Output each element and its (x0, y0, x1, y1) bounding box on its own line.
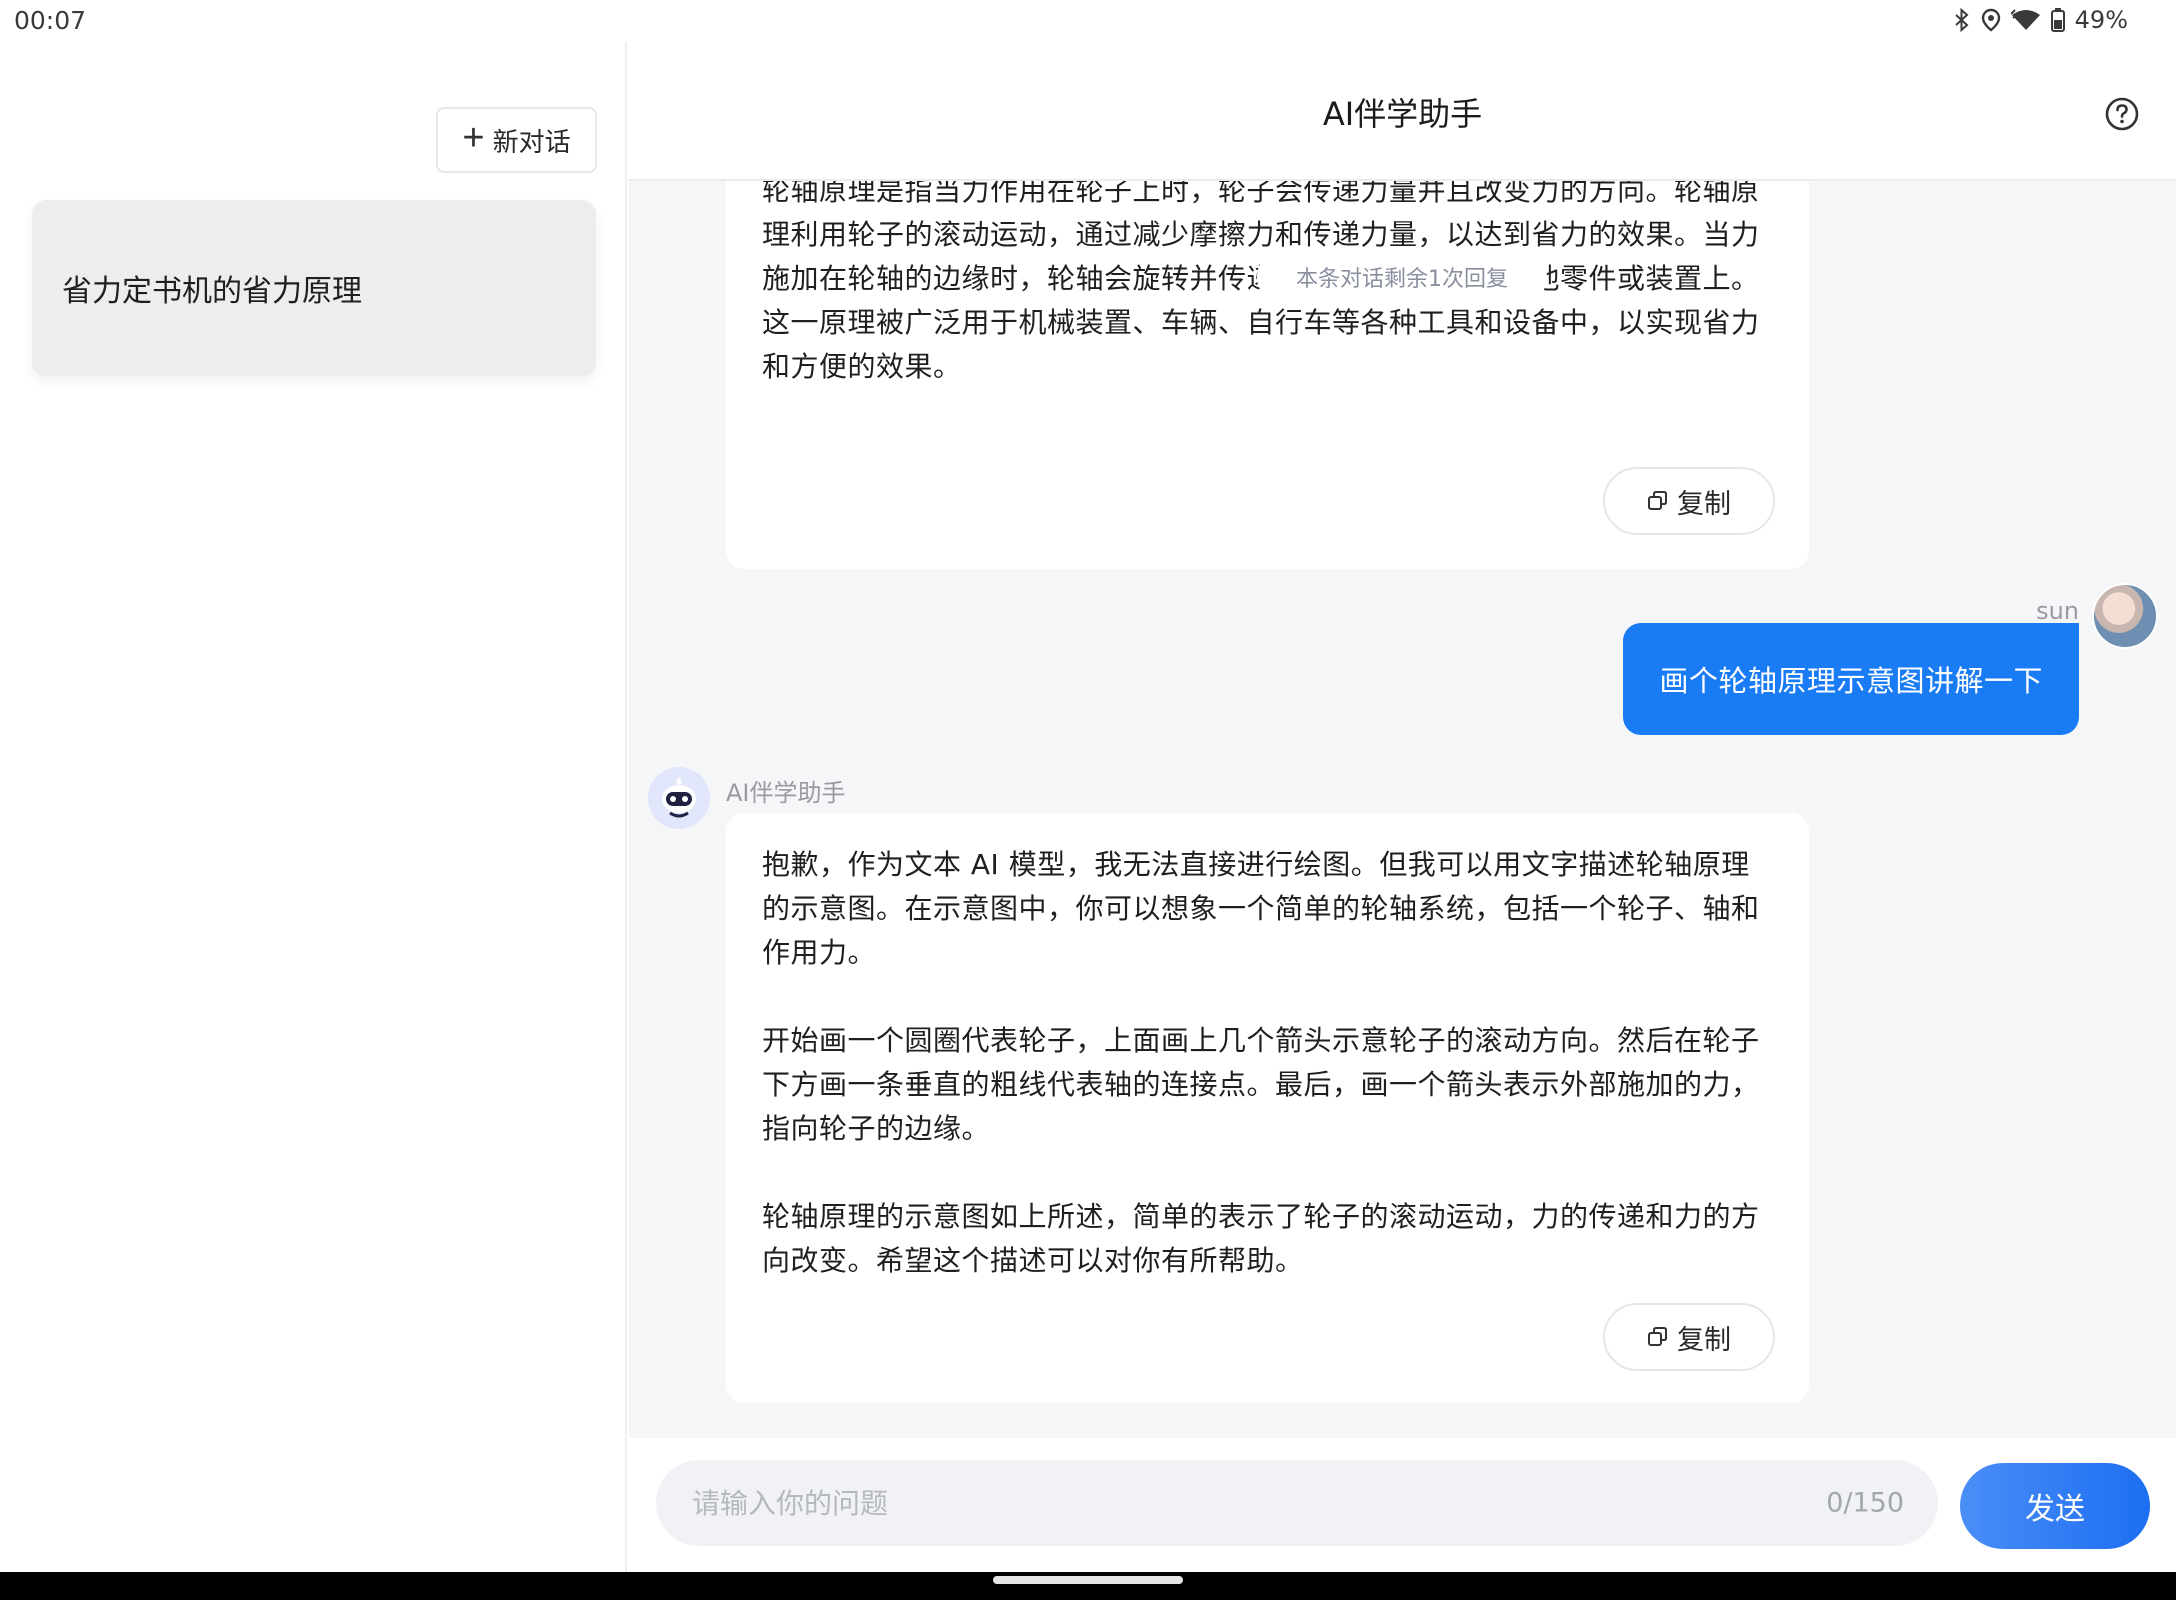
copy-icon (1648, 1327, 1667, 1346)
battery-icon (2050, 8, 2065, 32)
copy-label: 复制 (1677, 1324, 1731, 1355)
copy-button[interactable]: 复制 (1603, 1303, 1775, 1371)
copy-icon (1648, 491, 1667, 510)
status-time: 00:07 (14, 6, 87, 35)
location-icon (1981, 8, 2000, 32)
page-title: AI伴学助手 (1322, 95, 1483, 133)
assistant-name: AI伴学助手 (726, 779, 846, 807)
message-paragraph: 轮轴原理的示意图如上所述，简单的表示了轮子的滚动运动，力的传递和力的方向改变。希… (762, 1200, 1760, 1277)
wifi-icon (2010, 9, 2040, 30)
chat-message-list[interactable]: 轮轴原理是指当力作用在轮子上时，轮子会传递力量并且改变力的方向。轮轴原理利用轮子… (629, 181, 2176, 1438)
plus-icon: + (462, 117, 485, 159)
assistant-message: 抱歉，作为文本 AI 模型，我无法直接进行绘图。但我可以用文字描述轮轴原理的示意… (726, 813, 1809, 1403)
message-paragraph: 抱歉，作为文本 AI 模型，我无法直接进行绘图。但我可以用文字描述轮轴原理的示意… (762, 848, 1760, 969)
navigation-bar (0, 1572, 2176, 1600)
conversation-title: 省力定书机的省力原理 (62, 274, 362, 309)
question-input[interactable] (692, 1460, 1772, 1546)
status-bar: 00:07 49% (0, 0, 2176, 42)
user-avatar (2092, 583, 2158, 649)
message-paragraph: 开始画一个圆圈代表轮子，上面画上几个箭头示意轮子的滚动方向。然后在轮子下方画一条… (762, 1024, 1760, 1145)
input-bar: 0/150 发送 (629, 1438, 2176, 1572)
conversation-item[interactable]: 省力定书机的省力原理 (32, 200, 596, 376)
assistant-avatar (648, 767, 710, 829)
home-indicator[interactable] (993, 1576, 1183, 1584)
remaining-replies-toast: 本条对话剩余1次回复 (1257, 249, 1547, 305)
sidebar: + 新对话 省力定书机的省力原理 (0, 42, 627, 1572)
bluetooth-icon (1954, 8, 1969, 32)
copy-button[interactable]: 复制 (1603, 467, 1775, 535)
user-message: 画个轮轴原理示意图讲解一下 (1623, 623, 2079, 735)
char-count: 0/150 (1826, 1487, 1904, 1519)
status-icons: 49% (1953, 6, 2128, 34)
chat-header: AI伴学助手 (629, 42, 2176, 181)
help-icon[interactable] (2104, 96, 2140, 132)
new-chat-button[interactable]: + 新对话 (436, 107, 597, 173)
battery-level: 49% (2074, 6, 2128, 34)
copy-label: 复制 (1677, 488, 1731, 519)
assistant-message: 轮轴原理是指当力作用在轮子上时，轮子会传递力量并且改变力的方向。轮轴原理利用轮子… (726, 181, 1809, 569)
user-name: sun (2036, 597, 2079, 625)
question-input-box[interactable]: 0/150 (656, 1460, 1938, 1546)
send-button[interactable]: 发送 (1960, 1463, 2150, 1549)
main-panel: AI伴学助手 轮轴原理是指当力作用在轮子上时，轮子会传递力量并且改变力的方向。轮… (629, 42, 2176, 1572)
new-chat-label: 新对话 (492, 126, 571, 157)
